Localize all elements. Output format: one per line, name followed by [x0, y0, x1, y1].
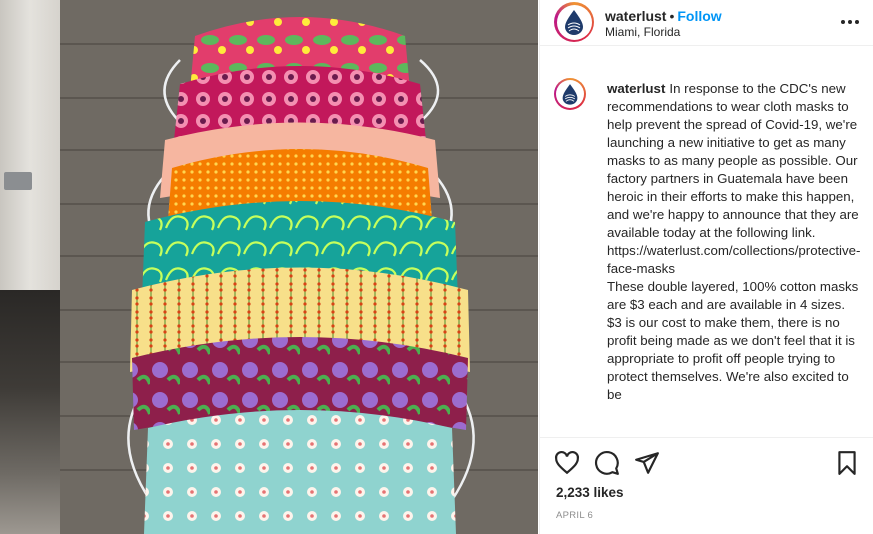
- post-details-panel: waterlust • Follow Miami, Florida waterlus…: [539, 0, 873, 534]
- caption-body: In response to the CDC's new recommendat…: [607, 81, 859, 240]
- post-photo[interactable]: [60, 0, 538, 534]
- preview-outlet: [4, 172, 32, 190]
- caption-link[interactable]: https://waterlust.com/collections/protec…: [607, 242, 862, 278]
- caption-scroll-area[interactable]: waterlust In response to the CDC's new re…: [540, 70, 873, 435]
- post-actions: 2,233 likes APRIL 6: [540, 437, 873, 534]
- header-user-line: waterlust • Follow: [605, 8, 722, 24]
- waterlust-logo-icon: [565, 10, 583, 35]
- likes-count[interactable]: 2,233 likes: [556, 485, 624, 500]
- masks-photo-illustration: [60, 0, 538, 534]
- caption-paragraph: waterlust In response to the CDC's new re…: [607, 80, 862, 242]
- waterlust-logo-icon: [562, 84, 578, 105]
- username-link[interactable]: waterlust: [605, 8, 666, 24]
- location-link[interactable]: Miami, Florida: [605, 25, 680, 39]
- caption-avatar[interactable]: [554, 78, 586, 110]
- more-horizontal-icon[interactable]: [840, 14, 860, 30]
- follow-button[interactable]: Follow: [677, 8, 721, 24]
- comment-icon[interactable]: [594, 450, 620, 476]
- caption-username-link[interactable]: waterlust: [607, 81, 665, 96]
- heart-icon[interactable]: [554, 450, 580, 476]
- preview-wall: [0, 0, 60, 290]
- separator: •: [669, 8, 675, 24]
- avatar[interactable]: [554, 2, 594, 42]
- previous-post-preview[interactable]: [0, 0, 60, 534]
- caption-paragraph-2: These double layered, 100% cotton masks …: [607, 279, 859, 402]
- bookmark-icon[interactable]: [834, 450, 860, 476]
- post-date[interactable]: APRIL 6: [556, 510, 593, 521]
- share-icon[interactable]: [634, 450, 660, 476]
- caption-text: waterlust In response to the CDC's new re…: [607, 80, 862, 404]
- preview-floor: [0, 290, 60, 534]
- post-header: waterlust • Follow Miami, Florida: [540, 0, 873, 46]
